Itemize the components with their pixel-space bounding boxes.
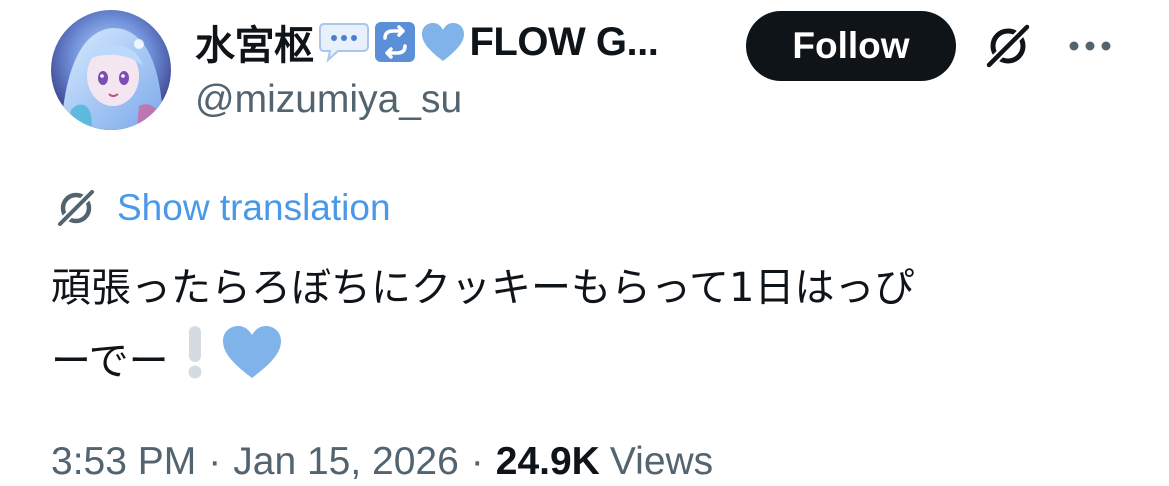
white-exclamation-emoji: [183, 324, 207, 403]
tweet-time[interactable]: 3:53 PM: [51, 440, 196, 484]
tweet-text-line-1: 頑張ったらろぼちにクッキーもらって1日はっぴ: [51, 265, 915, 311]
repost-badge-icon: [374, 21, 416, 63]
grok-icon[interactable]: [980, 18, 1036, 74]
meta-separator: ·: [208, 440, 222, 483]
user-handle[interactable]: @mizumiya_su: [195, 78, 462, 122]
show-translation-link[interactable]: Show translation: [53, 184, 391, 232]
blue-heart-icon: [420, 21, 466, 63]
display-name-tail: FLOW G...: [469, 19, 659, 64]
avatar-image: [51, 10, 171, 130]
blue-heart-emoji: [221, 324, 283, 403]
speech-bubble-icon: [318, 20, 370, 64]
show-translation-label[interactable]: Show translation: [117, 187, 391, 229]
grok-translate-icon: [53, 185, 99, 231]
tweet-date[interactable]: Jan 15, 2026: [233, 440, 459, 484]
follow-button[interactable]: Follow: [746, 11, 956, 81]
views-label: Views: [609, 440, 714, 483]
display-name[interactable]: 水宮枢: [195, 13, 314, 71]
meta-separator: ·: [470, 440, 484, 483]
tweet-meta: 3:53 PM · Jan 15, 2026 · 24.9K Views: [51, 440, 713, 484]
tweet-text-line-2-text: ーでー: [51, 338, 169, 385]
tweet-text-line-2: ーでー: [51, 324, 1121, 403]
views-count[interactable]: 24.9K: [496, 440, 600, 484]
more-icon[interactable]: [1062, 24, 1118, 68]
display-name-row[interactable]: 水宮枢 FLOW G...: [195, 13, 659, 71]
tweet-card: 水宮枢 FLOW G... @mizumiya_su Follow Show t…: [0, 0, 1169, 486]
tweet-text: 頑張ったらろぼちにクッキーもらって1日はっぴ ーでー: [51, 252, 1121, 403]
avatar[interactable]: [51, 10, 171, 130]
